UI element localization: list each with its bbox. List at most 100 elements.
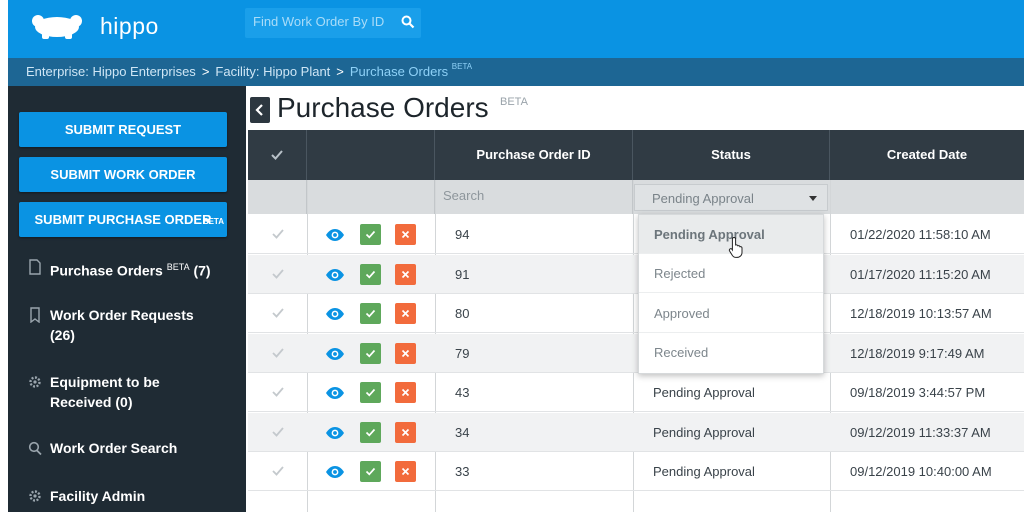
table-row[interactable]: 33 Pending Approval 09/12/2019 10:40:00 AM xyxy=(248,452,1024,491)
reject-button[interactable] xyxy=(395,382,416,403)
sidebar-item-equipment-to-be-received[interactable]: Equipment to be Received (0) xyxy=(28,372,160,412)
column-header-created-date[interactable]: Created Date xyxy=(830,130,1024,180)
submit-work-order-label: SUBMIT WORK ORDER xyxy=(50,167,196,182)
row-select-check-icon[interactable] xyxy=(272,268,284,279)
cell-created-date: 12/18/2019 9:17:49 AM xyxy=(850,345,985,361)
sidebar-item-label: Work Order Requests xyxy=(50,307,194,323)
cell-purchase-order-id: 91 xyxy=(455,266,470,282)
search-icon[interactable] xyxy=(401,15,415,29)
table-row[interactable]: 43 Pending Approval 09/18/2019 3:44:57 PM xyxy=(248,373,1024,412)
status-option-approved[interactable]: Approved xyxy=(639,294,823,333)
chevron-down-icon xyxy=(809,196,817,201)
approve-button[interactable] xyxy=(360,342,381,364)
row-select-check-icon[interactable] xyxy=(272,426,284,437)
table-row[interactable]: 79 12/18/2019 9:17:49 AM xyxy=(248,333,1024,373)
table-row[interactable]: 91 01/17/2020 11:15:20 AM xyxy=(248,254,1024,294)
document-icon xyxy=(29,259,41,275)
cell-created-date: 12/18/2019 10:13:57 AM xyxy=(850,306,992,321)
cell-status: Pending Approval xyxy=(653,424,755,440)
approve-button[interactable] xyxy=(360,263,381,285)
status-filter-dropdown[interactable]: Pending Approval xyxy=(634,184,828,211)
submit-purchase-order-button[interactable]: SUBMIT PURCHASE ORDER BETA xyxy=(19,202,227,237)
reject-button[interactable] xyxy=(395,224,416,245)
approve-button[interactable] xyxy=(360,461,381,482)
purchase-orders-table: Purchase Order ID Status Created Date Pe… xyxy=(248,130,1024,512)
sidebar-item-label: Facility Admin xyxy=(50,488,146,504)
row-select-check-icon[interactable] xyxy=(272,229,284,239)
purchase-order-id-filter-input[interactable] xyxy=(443,188,593,203)
status-option-received[interactable]: Received xyxy=(639,333,823,372)
sidebar: SUBMIT REQUEST SUBMIT WORK ORDER SUBMIT … xyxy=(8,86,246,512)
cell-created-date: 01/22/2020 11:58:10 AM xyxy=(850,227,991,242)
work-order-search-input[interactable] xyxy=(253,14,398,29)
cell-purchase-order-id: 34 xyxy=(455,424,470,440)
close-icon xyxy=(401,428,410,436)
cell-created-date: 09/12/2019 10:40:00 AM xyxy=(850,464,992,479)
row-select-check-icon[interactable] xyxy=(272,466,284,476)
breadcrumb-separator: > xyxy=(336,64,344,79)
table-row[interactable]: 34 Pending Approval 09/12/2019 11:33:37 AM xyxy=(248,412,1024,452)
submit-work-order-button[interactable]: SUBMIT WORK ORDER xyxy=(19,157,227,192)
close-icon xyxy=(401,309,410,318)
approve-button[interactable] xyxy=(360,382,381,403)
check-icon xyxy=(365,349,376,358)
submit-request-label: SUBMIT REQUEST xyxy=(64,122,182,137)
sidebar-item-work-order-requests[interactable]: Work Order Requests (26) xyxy=(28,305,194,345)
view-eye-icon[interactable] xyxy=(325,347,345,361)
submit-request-button[interactable]: SUBMIT REQUEST xyxy=(19,112,227,147)
close-icon xyxy=(401,270,410,278)
cell-purchase-order-id: 43 xyxy=(455,385,470,400)
close-icon xyxy=(401,230,410,239)
check-icon xyxy=(365,270,376,279)
approve-button[interactable] xyxy=(360,303,381,324)
view-eye-icon[interactable] xyxy=(325,465,345,479)
reject-button[interactable] xyxy=(395,461,416,482)
submit-purchase-order-label: SUBMIT PURCHASE ORDER xyxy=(34,212,212,227)
sidebar-item-purchase-orders[interactable]: Purchase Orders BETA (7) xyxy=(28,257,211,281)
breadcrumb-enterprise[interactable]: Enterprise: Hippo Enterprises xyxy=(26,64,196,79)
view-eye-icon[interactable] xyxy=(325,426,345,440)
view-eye-icon[interactable] xyxy=(325,228,345,242)
cell-created-date: 09/12/2019 11:33:37 AM xyxy=(850,424,991,440)
cell-purchase-order-id: 80 xyxy=(455,306,470,321)
actions-column-header xyxy=(307,130,435,180)
row-select-check-icon[interactable] xyxy=(272,387,284,397)
close-icon xyxy=(401,349,410,357)
reject-button[interactable] xyxy=(395,342,416,364)
brand-name[interactable]: hippo xyxy=(100,13,159,40)
sidebar-item-facility-admin[interactable]: Facility Admin xyxy=(28,486,145,506)
column-header-purchase-order-id[interactable]: Purchase Order ID xyxy=(435,130,633,180)
reject-button[interactable] xyxy=(395,263,416,285)
table-row[interactable]: 94 01/22/2020 11:58:10 AM xyxy=(248,215,1024,254)
view-eye-icon[interactable] xyxy=(325,307,345,321)
filter-cell xyxy=(248,180,307,214)
check-icon xyxy=(365,388,376,397)
view-eye-icon[interactable] xyxy=(325,268,345,282)
column-header-status[interactable]: Status xyxy=(633,130,830,180)
work-order-search[interactable] xyxy=(245,8,421,38)
reject-button[interactable] xyxy=(395,303,416,324)
cell-purchase-order-id: 94 xyxy=(455,227,470,242)
approve-button[interactable] xyxy=(360,421,381,443)
breadcrumb-facility[interactable]: Facility: Hippo Plant xyxy=(215,64,330,79)
row-select-check-icon[interactable] xyxy=(272,347,284,358)
approve-button[interactable] xyxy=(360,224,381,245)
cell-status: Pending Approval xyxy=(653,385,755,400)
row-select-check-icon[interactable] xyxy=(272,308,284,318)
reject-button[interactable] xyxy=(395,421,416,443)
check-icon xyxy=(365,309,376,318)
table-row[interactable]: 80 12/18/2019 10:13:57 AM xyxy=(248,294,1024,333)
beta-badge: BETA xyxy=(500,96,528,108)
search-icon xyxy=(28,441,42,456)
cell-created-date: 09/18/2019 3:44:57 PM xyxy=(850,385,986,400)
sidebar-item-work-order-search[interactable]: Work Order Search xyxy=(28,438,177,458)
collapse-sidebar-button[interactable] xyxy=(250,97,270,123)
beta-badge: BETA xyxy=(451,62,473,71)
hippo-logo-icon[interactable] xyxy=(30,12,84,40)
gear-icon xyxy=(29,376,41,388)
view-eye-icon[interactable] xyxy=(325,386,345,400)
check-icon xyxy=(271,150,283,160)
select-all-column[interactable] xyxy=(248,130,307,180)
breadcrumb: Enterprise: Hippo Enterprises > Facility: … xyxy=(26,62,473,79)
status-option-rejected[interactable]: Rejected xyxy=(639,254,823,293)
